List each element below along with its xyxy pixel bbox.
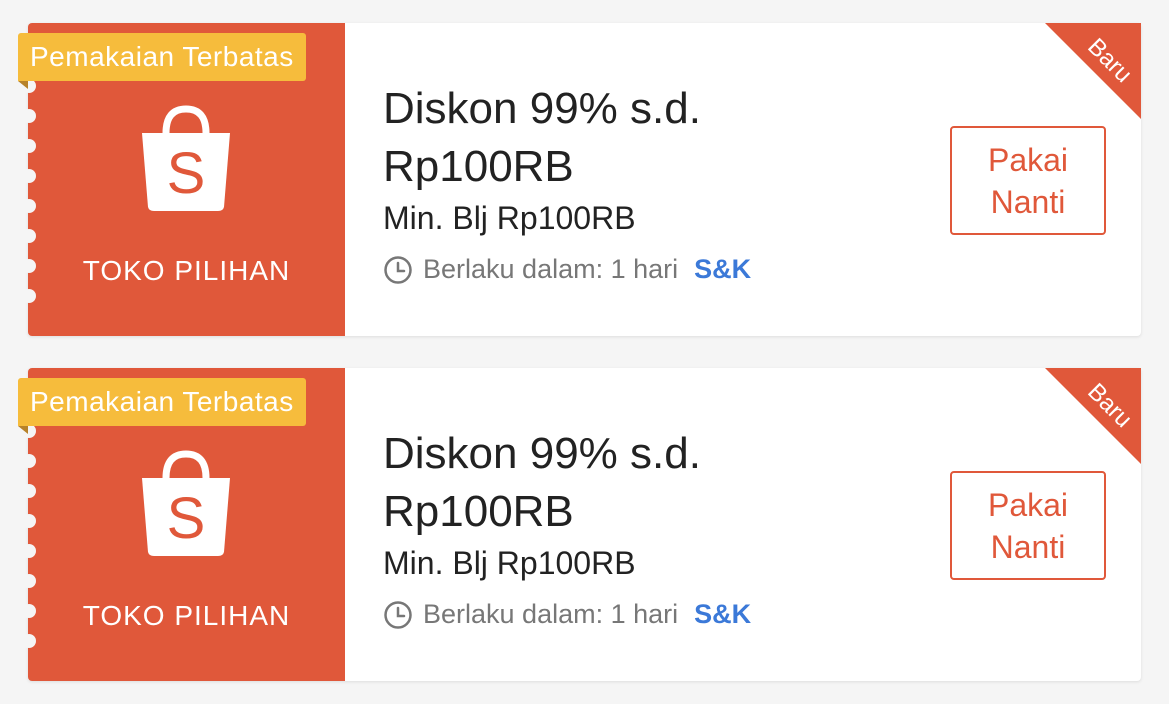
use-later-button[interactable]: Pakai Nanti — [950, 126, 1106, 235]
voucher-list: S TOKO PILIHAN Pemakaian Terbatas Diskon… — [0, 0, 1169, 704]
validity-text: Berlaku dalam: 1 hari — [423, 254, 679, 284]
clock-icon — [384, 600, 412, 629]
perforation — [22, 454, 36, 468]
perforation — [22, 289, 36, 303]
perforation — [22, 229, 36, 243]
store-label: TOKO PILIHAN — [82, 255, 291, 286]
new-ribbon: Baru — [1045, 368, 1141, 464]
voucher-title: Diskon 99% s.d. Rp100RB — [383, 429, 701, 536]
terms-link[interactable]: S&K — [694, 599, 751, 630]
use-later-label: Pakai — [987, 486, 1069, 523]
voucher-title: Diskon 99% s.d. Rp100RB — [383, 84, 701, 191]
use-later-button[interactable]: Pakai Nanti — [950, 471, 1106, 580]
use-later-label: Nanti — [990, 183, 1066, 220]
shopee-bag-icon: S — [142, 105, 230, 211]
validity-text: Berlaku dalam: 1 hari — [423, 599, 679, 629]
perforation — [22, 109, 36, 123]
use-later-label: Pakai — [987, 141, 1069, 178]
terms-link[interactable]: S&K — [694, 254, 751, 285]
perforation — [22, 544, 36, 558]
perforation — [22, 574, 36, 588]
use-later-label: Nanti — [990, 528, 1066, 565]
validity-row: Berlaku dalam: 1 hari S&K — [383, 599, 751, 630]
min-spend: Min. Blj Rp100RB — [383, 200, 636, 236]
perforation — [22, 199, 36, 213]
perforation — [22, 139, 36, 153]
perforation — [22, 514, 36, 528]
perforation — [22, 484, 36, 498]
clock-icon — [384, 255, 412, 284]
svg-text:S: S — [167, 486, 206, 551]
store-label: TOKO PILIHAN — [82, 600, 291, 631]
limited-usage-badge: Pemakaian Terbatas — [18, 378, 306, 426]
perforation — [22, 634, 36, 648]
badge-fold — [18, 426, 28, 434]
perforation — [22, 169, 36, 183]
validity-row: Berlaku dalam: 1 hari S&K — [383, 254, 751, 285]
new-ribbon: Baru — [1045, 23, 1141, 119]
limited-usage-badge: Pemakaian Terbatas — [18, 33, 306, 81]
shopee-bag-icon: S — [142, 450, 230, 556]
svg-text:S: S — [167, 141, 206, 206]
min-spend: Min. Blj Rp100RB — [383, 545, 636, 581]
voucher-card[interactable]: S TOKO PILIHAN Pemakaian Terbatas Diskon… — [18, 23, 1141, 336]
voucher-card[interactable]: S TOKO PILIHAN Pemakaian Terbatas Diskon… — [18, 368, 1141, 681]
badge-fold — [18, 81, 28, 89]
